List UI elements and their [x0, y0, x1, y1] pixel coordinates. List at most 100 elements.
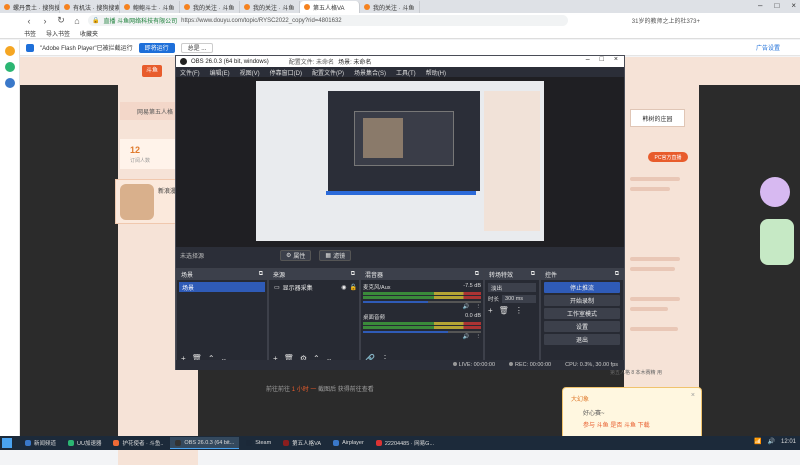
browser-tab[interactable]: 鲍鲍斗士 · 斗鱼 [120, 1, 180, 13]
rec-time: REC: 00:00:00 [515, 362, 552, 368]
forward-icon[interactable]: › [40, 16, 50, 26]
bookmark-item[interactable]: 书签 [24, 29, 36, 38]
taskbar-item[interactable]: 护花使者 · 斗鱼.. [108, 437, 168, 449]
menu-view[interactable]: 视图(V) [240, 68, 260, 77]
menu-tools[interactable]: 工具(T) [396, 68, 416, 77]
more-icon[interactable]: ⋮ [515, 306, 523, 315]
sources-dock: 来源 ⧉ ▭ 显示器采集 ◉ 🔓 + 🗑 ⚙ ⌃ ⌄ [268, 268, 360, 366]
browser-tab-active[interactable]: 第五人格VA [300, 1, 360, 13]
taskbar-item[interactable]: UU加速器 [63, 437, 106, 449]
scene-item[interactable]: 场景 [179, 282, 265, 292]
menu-help[interactable]: 帮助(H) [426, 68, 446, 77]
close-icon[interactable]: × [791, 1, 796, 10]
add-icon[interactable]: + [488, 306, 493, 315]
flash-settings-link[interactable]: 广告设置 [756, 43, 780, 52]
more-icon[interactable]: ⋮ [476, 334, 482, 340]
volume-meter [363, 326, 481, 329]
sidebar-app-icon[interactable] [4, 46, 15, 56]
menu-scene-collection[interactable]: 场景集合(S) [354, 68, 386, 77]
sidebar-app-icon[interactable] [4, 62, 15, 72]
stop-streaming-button[interactable]: 停止推流 [544, 282, 620, 293]
obs-window: OBS 26.0.3 (64 bit, windows) 配置文件: 未命名 场… [175, 55, 625, 370]
source-item[interactable]: ▭ 显示器采集 ◉ 🔓 [271, 282, 357, 292]
bookmark-item[interactable]: 收藏夹 [80, 29, 98, 38]
dock-header: 混音器 ⧉ [361, 269, 483, 280]
browser-tab[interactable]: 螺丹贵土 · 搜狗搜索 [0, 1, 60, 13]
official-live-button[interactable]: PC官方直播 [648, 152, 688, 162]
volume-slider[interactable] [363, 331, 481, 333]
mascot-image[interactable] [760, 219, 794, 265]
menu-file[interactable]: 文件(F) [180, 68, 200, 77]
dock-float-icon[interactable]: ⧉ [615, 271, 619, 278]
filters-button[interactable]: ▦ 滤镜 [319, 249, 352, 261]
taskbar-item[interactable]: Airplayer [328, 437, 369, 449]
close-icon[interactable]: × [614, 56, 618, 63]
tab-favicon-icon [4, 4, 10, 10]
duration-input[interactable]: 300 ms [502, 295, 536, 303]
menu-profile[interactable]: 配置文件(P) [312, 68, 344, 77]
menu-edit[interactable]: 编辑(E) [210, 68, 230, 77]
transition-select[interactable]: 淡出 [488, 283, 536, 292]
speaker-icon[interactable]: 🔊 [463, 304, 470, 310]
network-icon[interactable]: 📶 [754, 438, 761, 445]
dock-float-icon[interactable]: ⧉ [351, 271, 355, 278]
home-icon[interactable]: ⌂ [72, 16, 82, 26]
mascot-image[interactable] [760, 177, 790, 207]
maximize-icon[interactable]: □ [774, 1, 779, 10]
browser-tab[interactable]: 有机法 · 搜狗搜索 [60, 1, 120, 13]
start-recording-button[interactable]: 开始录制 [544, 295, 620, 306]
rec-dot-icon [509, 362, 514, 366]
dock-float-icon[interactable]: ⧉ [259, 271, 263, 278]
menu-docks[interactable]: 停靠窗口(D) [270, 68, 302, 77]
flash-allow-button[interactable]: 即将运行 [138, 42, 175, 53]
flash-notification-bar: "Adobe Flash Player"已被拦截运行 即将运行 总是 ... 广… [20, 40, 800, 56]
studio-mode-button[interactable]: 工作室模式 [544, 308, 620, 319]
start-button-icon[interactable] [2, 438, 12, 448]
bookmark-item[interactable]: 导入书签 [46, 29, 70, 38]
taskbar-item[interactable]: 22204485 · 网易G... [371, 437, 439, 449]
popup-title: 大幻象 [571, 397, 590, 403]
url-text: https://www.douyu.com/topic/RYSC2022_cop… [181, 17, 342, 24]
more-icon[interactable]: ⋮ [476, 304, 482, 310]
decoration [760, 177, 800, 267]
close-icon[interactable]: × [691, 392, 695, 399]
minimize-icon[interactable]: – [758, 1, 762, 10]
dock-float-icon[interactable]: ⧉ [531, 271, 535, 278]
obs-preview[interactable] [176, 77, 624, 247]
tab-label: 我的关注 · 斗鱼 [193, 5, 235, 12]
address-bar[interactable]: 🔒 直播 斗鱼网络科技有限公司 https://www.douyu.com/to… [88, 15, 568, 26]
taskbar-item[interactable]: 第五人格VA [278, 437, 326, 449]
visibility-eye-icon[interactable]: ◉ [341, 284, 346, 291]
exit-button[interactable]: 退出 [544, 334, 620, 345]
browser-tab[interactable]: 我的关注 · 斗鱼 [180, 1, 240, 13]
taskbar-item-label: 第五人格VA [292, 441, 322, 447]
browser-tab[interactable]: 我的关注 · 斗鱼 [240, 1, 300, 13]
properties-button[interactable]: ⚙ 属性 [280, 249, 312, 261]
taskbar-item[interactable]: OBS 26.0.3 (64 bit... [170, 437, 240, 449]
search-suggestion[interactable]: 31岁的教师之上的杜373+ [632, 16, 700, 25]
volume-meter [363, 296, 481, 299]
popup-link[interactable]: 参与 斗鱼 是否 斗鱼 下载 [583, 420, 650, 429]
site-logo[interactable]: 斗鱼 [142, 65, 162, 77]
volume-slider[interactable] [363, 301, 481, 303]
reload-icon[interactable]: ↻ [56, 15, 66, 26]
taskbar-item[interactable]: Steam [241, 437, 276, 449]
sidebar-app-icon[interactable] [4, 78, 15, 88]
settings-button[interactable]: 设置 [544, 321, 620, 332]
clock[interactable]: 12:01 [781, 439, 796, 445]
dock-float-icon[interactable]: ⧉ [475, 271, 479, 278]
text-line [630, 327, 678, 331]
dock-title: 场景 [181, 273, 194, 279]
maximize-icon[interactable]: □ [600, 56, 604, 63]
right-panel-title[interactable]: 韩树的庄园 [630, 109, 685, 127]
browser-tab[interactable]: 我的关注 · 斗鱼 [360, 1, 420, 13]
speaker-icon[interactable]: 🔊 [463, 334, 470, 340]
flash-always-button[interactable]: 总是 ... [180, 42, 214, 53]
volume-icon[interactable]: 🔊 [768, 438, 775, 445]
taskbar-item[interactable]: 新闻频道 [20, 437, 61, 449]
dock-title: 来源 [273, 273, 286, 279]
minimize-icon[interactable]: – [586, 56, 590, 63]
back-icon[interactable]: ‹ [24, 16, 34, 26]
remove-icon[interactable]: 🗑 [499, 306, 509, 315]
lock-icon[interactable]: 🔓 [350, 284, 357, 291]
